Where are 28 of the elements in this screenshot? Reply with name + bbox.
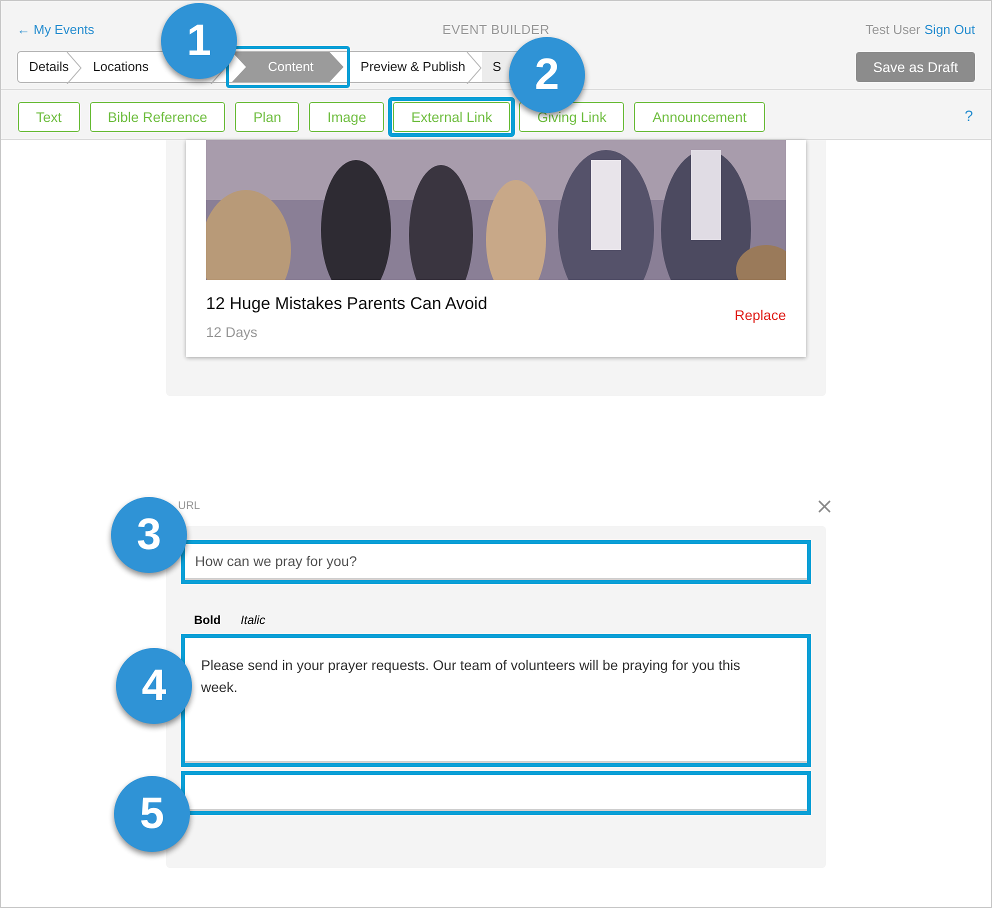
help-link[interactable]: ? bbox=[964, 106, 973, 128]
step-tab[interactable]: Details bbox=[29, 57, 69, 77]
content-type-button[interactable]: External Link bbox=[393, 102, 510, 132]
step-tab[interactable]: Content bbox=[232, 52, 344, 82]
description-field[interactable]: Please send in your prayer requests. Our team of volunteers will be praying for you this week. bbox=[185, 638, 807, 763]
page-title: EVENT BUILDER bbox=[442, 20, 550, 39]
content-type-button[interactable]: Image bbox=[309, 102, 384, 132]
plan-duration: 12 Days bbox=[206, 322, 258, 342]
close-icon[interactable] bbox=[818, 500, 831, 512]
format-button[interactable]: Bold bbox=[194, 611, 221, 629]
content-type-button[interactable]: Text bbox=[18, 102, 80, 132]
sign-out-link[interactable]: Sign Out bbox=[924, 20, 975, 40]
save-draft-button[interactable]: Save as Draft bbox=[856, 52, 975, 82]
format-button[interactable]: Italic bbox=[240, 611, 266, 629]
content-type-button[interactable]: Announcement bbox=[634, 102, 765, 132]
step-tab[interactable]: S bbox=[492, 57, 502, 77]
callout-badge: 4 bbox=[116, 648, 192, 724]
url-label: URL bbox=[178, 498, 200, 514]
content-type-button[interactable]: Plan bbox=[235, 102, 300, 132]
user-name: Test User bbox=[865, 20, 920, 39]
callout-badge: 5 bbox=[114, 776, 190, 852]
content-type-button[interactable]: Bible Reference bbox=[90, 102, 226, 132]
step-tab[interactable]: Locations bbox=[93, 57, 149, 77]
step-tab[interactable]: Preview & Publish bbox=[360, 57, 466, 77]
plan-title: 12 Huge Mistakes Parents Can Avoid bbox=[206, 293, 488, 315]
back-link[interactable]: ← My Events bbox=[17, 22, 94, 37]
title-field[interactable]: How can we pray for you? bbox=[185, 544, 807, 580]
replace-link[interactable]: Replace bbox=[734, 305, 786, 326]
